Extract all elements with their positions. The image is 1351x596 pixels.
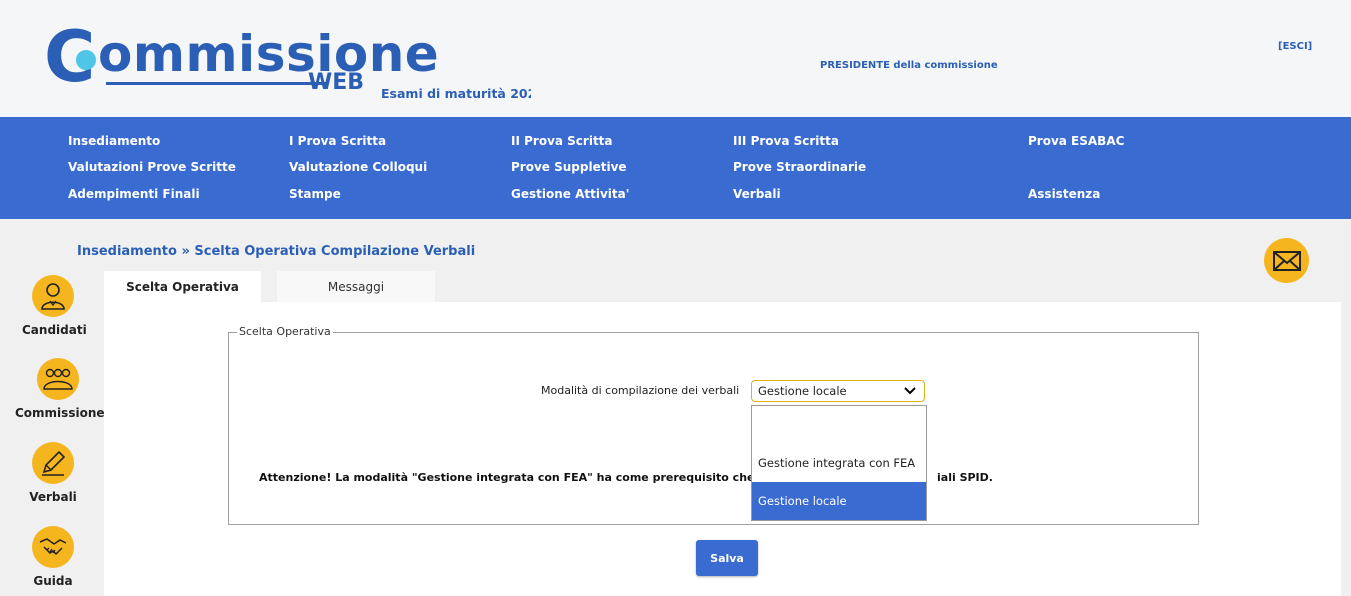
sidebar-item-label: Candidati <box>22 323 87 337</box>
sidebar-item-guida[interactable]: Guida <box>22 526 84 588</box>
nav-prove-straordinarie[interactable]: Prove Straordinarie <box>733 160 866 174</box>
tab-messaggi[interactable]: Messaggi <box>277 271 435 302</box>
envelope-icon <box>1272 250 1301 271</box>
nav-assistenza[interactable]: Assistenza <box>1028 187 1100 201</box>
compilation-mode-select[interactable]: Gestione locale <box>751 380 925 402</box>
dropdown-option-fea[interactable]: Gestione integrata con FEA <box>752 444 926 482</box>
fieldset-legend: Scelta Operativa <box>237 325 333 338</box>
sidebar-item-label: Commissione <box>15 406 105 420</box>
warning-text: Attenzione! La modalità "Gestione integr… <box>259 471 993 484</box>
logo-web: WEB <box>308 70 365 95</box>
main-nav: Insediamento I Prova Scritta II Prova Sc… <box>0 117 1351 219</box>
compilation-mode-dropdown: Gestione integrata con FEA Gestione loca… <box>751 405 927 521</box>
logo-dot <box>76 50 96 70</box>
select-value: Gestione locale <box>758 384 847 398</box>
handshake-icon <box>32 526 74 568</box>
dropdown-option-locale[interactable]: Gestione locale <box>752 482 926 520</box>
sidebar-item-verbali[interactable]: Verbali <box>22 442 84 504</box>
dropdown-option-empty[interactable] <box>752 406 926 444</box>
nav-valutazioni-scritte[interactable]: Valutazioni Prove Scritte <box>68 160 236 174</box>
exam-title: Esami di maturità 2024 <box>381 86 531 101</box>
nav-prima-prova[interactable]: I Prova Scritta <box>289 134 386 148</box>
compilation-mode-label: Modalità di compilazione dei verbali <box>541 384 740 397</box>
nav-insediamento[interactable]: Insediamento <box>68 134 160 148</box>
logout-link[interactable]: [ESCI] <box>1278 41 1312 52</box>
nav-prova-esabac[interactable]: Prova ESABAC <box>1028 134 1124 148</box>
logo-text: ommissione <box>98 25 440 83</box>
commissione-web-logo: C ommissione WEB Esami di maturità 2024 <box>44 20 531 110</box>
tab-scelta-operativa[interactable]: Scelta Operativa <box>104 271 261 302</box>
save-button[interactable]: Salva <box>696 540 758 576</box>
pencil-icon <box>32 442 74 484</box>
group-icon <box>36 358 79 400</box>
nav-seconda-prova[interactable]: II Prova Scritta <box>511 134 613 148</box>
sidebar-item-label: Guida <box>33 574 73 588</box>
app-header: C ommissione WEB Esami di maturità 2024 … <box>0 0 1351 117</box>
logo-underline <box>106 82 326 85</box>
user-role: PRESIDENTE della commissione <box>820 60 998 71</box>
breadcrumb: Insediamento » Scelta Operativa Compilaz… <box>77 244 476 259</box>
warning-text-start: Attenzione! La modalità "Gestione integr… <box>259 471 830 484</box>
nav-valutazione-colloqui[interactable]: Valutazione Colloqui <box>289 160 427 174</box>
nav-adempimenti-finali[interactable]: Adempimenti Finali <box>68 187 200 201</box>
nav-terza-prova[interactable]: III Prova Scritta <box>733 134 839 148</box>
sidebar-item-label: Verbali <box>29 490 77 504</box>
nav-gestione-attivita[interactable]: Gestione Attivita' <box>511 187 629 201</box>
warning-text-end: iali SPID. <box>937 471 993 484</box>
chevron-down-icon <box>904 387 916 395</box>
sidebar-item-commissione[interactable]: Commissione <box>15 358 105 420</box>
content-panel: Scelta Operativa Modalità di compilazion… <box>104 302 1341 596</box>
nav-stampe[interactable]: Stampe <box>289 187 341 201</box>
messages-button[interactable] <box>1264 238 1309 283</box>
person-icon <box>32 275 74 317</box>
scelta-operativa-fieldset: Scelta Operativa Modalità di compilazion… <box>228 325 1199 525</box>
nav-verbali[interactable]: Verbali <box>733 187 781 201</box>
nav-prove-suppletive[interactable]: Prove Suppletive <box>511 160 627 174</box>
sidebar-item-candidati[interactable]: Candidati <box>22 275 87 337</box>
